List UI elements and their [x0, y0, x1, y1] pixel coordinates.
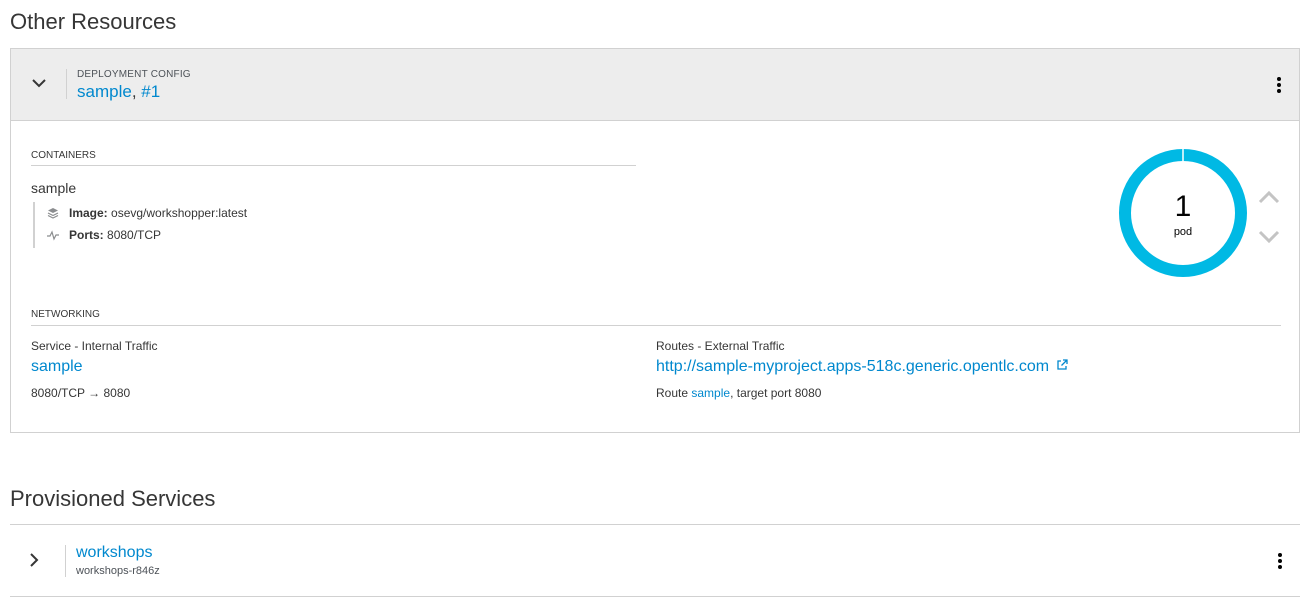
- provisioned-top-divider: [10, 524, 1300, 525]
- containers-label: CONTAINERS: [31, 150, 96, 161]
- networking-label: NETWORKING: [31, 309, 100, 320]
- provisioned-divider: [65, 545, 66, 577]
- deployment-config-card: DEPLOYMENT CONFIG sample, #1 CONTAINERS …: [10, 48, 1300, 433]
- route-name-link[interactable]: sample: [691, 386, 730, 400]
- service-ports: 8080/TCP → 8080: [31, 386, 131, 400]
- provisioned-service-link[interactable]: workshops: [76, 544, 152, 562]
- chevron-down-icon[interactable]: [29, 73, 49, 93]
- external-link-icon[interactable]: [1056, 359, 1068, 371]
- pod-count: 1: [1174, 190, 1192, 223]
- pulse-icon: [47, 230, 59, 241]
- deployment-config-header[interactable]: DEPLOYMENT CONFIG sample, #1: [11, 49, 1299, 121]
- ports-value: 8080/TCP: [107, 228, 162, 242]
- route-url-link[interactable]: http://sample-myproject.apps-518c.generi…: [656, 358, 1068, 376]
- service-heading: Service - Internal Traffic: [31, 339, 158, 353]
- layers-icon: [47, 208, 59, 219]
- header-divider: [66, 69, 67, 99]
- provisioned-service-id: workshops-r846z: [76, 565, 160, 577]
- service-name-link[interactable]: sample: [31, 358, 83, 376]
- provisioned-actions-kebab-icon[interactable]: [1278, 553, 1282, 569]
- deployment-actions-kebab-icon[interactable]: [1277, 77, 1281, 93]
- route-info: Route sample, target port 8080: [656, 386, 821, 400]
- scale-up-chevron-icon[interactable]: [1257, 187, 1281, 207]
- networking-divider: [31, 325, 1281, 326]
- other-resources-heading: Other Resources: [10, 9, 177, 34]
- scale-down-chevron-icon[interactable]: [1257, 227, 1281, 247]
- provisioned-services-heading: Provisioned Services: [10, 486, 216, 511]
- title-separator: ,: [131, 82, 137, 101]
- route-target-port: , target port 8080: [730, 386, 822, 400]
- chevron-right-icon[interactable]: [26, 551, 42, 569]
- deployment-version-link[interactable]: #1: [141, 82, 160, 101]
- image-label: Image:: [69, 206, 108, 220]
- deployment-title: sample, #1: [77, 82, 160, 102]
- pod-label: pod: [1173, 226, 1193, 238]
- provisioned-bottom-divider: [10, 596, 1300, 597]
- ports-label: Ports:: [69, 228, 104, 242]
- containers-divider: [31, 165, 636, 166]
- routes-heading: Routes - External Traffic: [656, 339, 785, 353]
- route-prefix: Route: [656, 386, 689, 400]
- resource-kind-label: DEPLOYMENT CONFIG: [77, 69, 191, 80]
- deployment-name-link[interactable]: sample: [77, 82, 132, 101]
- image-value: osevg/workshopper:latest: [111, 206, 248, 220]
- container-details: Image: osevg/workshopper:latest Ports: 8…: [33, 202, 247, 248]
- route-url-text[interactable]: http://sample-myproject.apps-518c.generi…: [656, 358, 1049, 375]
- container-name: sample: [31, 180, 77, 196]
